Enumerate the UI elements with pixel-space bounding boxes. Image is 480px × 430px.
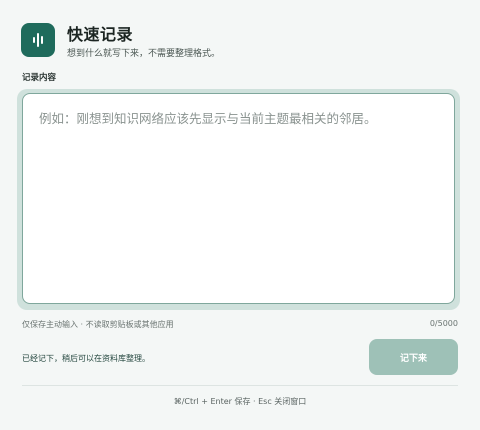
- app-logo: [21, 23, 55, 57]
- footer-divider: [22, 385, 458, 386]
- privacy-helper-text: 仅保存主动输入 · 不读取剪贴板或其他应用: [22, 320, 174, 329]
- note-input-placeholder: 例如：刚想到知识网络应该先显示与当前主题最相关的邻居。: [39, 111, 377, 126]
- save-note-button[interactable]: 记下来: [369, 339, 458, 375]
- page-subtitle: 想到什么就写下来，不需要整理格式。: [67, 49, 221, 59]
- keyboard-shortcut-hint: ⌘/Ctrl + Enter 保存 · Esc 关闭窗口: [173, 397, 307, 406]
- character-counter: 0/5000: [429, 319, 458, 328]
- status-message: 已经记下，稍后可以在资料库整理。: [22, 354, 150, 363]
- note-input[interactable]: 例如：刚想到知识网络应该先显示与当前主题最相关的邻居。: [22, 93, 455, 304]
- note-field-label: 记录内容: [22, 73, 57, 83]
- waveform-icon: [33, 33, 43, 47]
- page-title: 快速记录: [67, 25, 134, 44]
